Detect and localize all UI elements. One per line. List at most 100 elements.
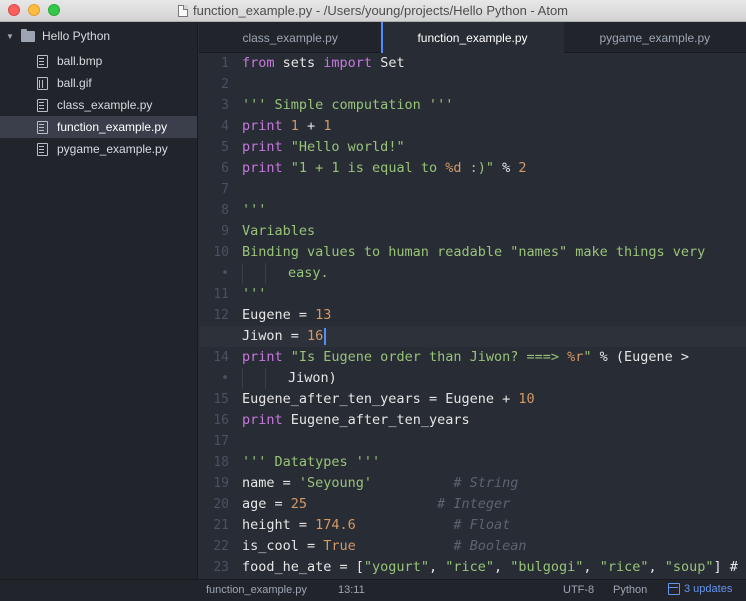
code-line[interactable]: Binding values to human readable "names"…: [242, 242, 746, 263]
project-root-label: Hello Python: [42, 29, 111, 43]
code-line[interactable]: is_cool = True # Boolean: [242, 536, 746, 557]
code-token: # String: [453, 475, 519, 491]
line-number: 17: [213, 434, 229, 449]
code-token: "1 + 1 is equal to: [290, 160, 446, 176]
line-number: 18: [213, 455, 229, 470]
code-token: %: [494, 160, 519, 176]
code-line[interactable]: print "Hello world!": [242, 137, 746, 158]
tab-class-example[interactable]: class_example.py: [199, 22, 381, 53]
code-token: ] #: [713, 559, 738, 575]
code-token: =: [282, 328, 308, 344]
tree-file-ball-bmp[interactable]: ball.bmp: [0, 50, 197, 72]
code-token: "bulgogi": [510, 559, 584, 575]
status-encoding[interactable]: UTF-8: [563, 584, 594, 596]
code-token: ,: [583, 559, 600, 575]
tree-file-ball-gif[interactable]: ball.gif: [0, 72, 197, 94]
indent-guide: [242, 368, 243, 389]
code-token: Eugene_after_ten_years: [290, 412, 470, 428]
code-token: 1: [323, 118, 332, 134]
code-token: Eugene_after_ten_years: [242, 391, 421, 407]
code-token: age: [242, 496, 267, 512]
code-line[interactable]: ''' Simple computation ''': [242, 95, 746, 116]
code-line[interactable]: Jiwon = 16: [199, 326, 746, 347]
line-number: 22: [213, 539, 229, 554]
code-token: # Float: [453, 517, 511, 533]
code-line[interactable]: Eugene_after_ten_years = Eugene + 10: [242, 389, 746, 410]
code-line[interactable]: Jiwon): [242, 368, 746, 389]
file-binary-icon: [37, 76, 48, 90]
project-root-folder[interactable]: ▼ Hello Python: [0, 22, 197, 50]
status-file-path[interactable]: function_example.py: [206, 584, 307, 596]
code-token: +: [493, 391, 519, 407]
code-line[interactable]: height = 174.6 # Float: [242, 515, 746, 536]
text-cursor: [324, 327, 327, 345]
code-line[interactable]: ''': [242, 284, 746, 305]
code-line[interactable]: print Eugene_after_ten_years: [242, 410, 746, 431]
tab-pygame-example[interactable]: pygame_example.py: [564, 22, 746, 53]
code-token: ,: [648, 559, 665, 575]
line-number: •: [221, 371, 229, 386]
code-token: = [: [331, 559, 364, 575]
file-text-icon: [37, 98, 48, 112]
code-token: height: [242, 517, 291, 533]
line-number: 4: [221, 119, 229, 134]
line-number: 7: [221, 182, 229, 197]
code-line[interactable]: name = 'Seyoung' # String: [242, 473, 746, 494]
status-cursor-position[interactable]: 13:11: [338, 584, 365, 596]
code-line[interactable]: Variables: [242, 221, 746, 242]
tree-file-label: class_example.py: [57, 98, 153, 112]
code-line[interactable]: print "Is Eugene order than Jiwon? ===> …: [242, 347, 746, 368]
code-line[interactable]: [242, 74, 746, 95]
tree-file-pygame-example[interactable]: pygame_example.py: [0, 138, 197, 160]
minimize-window-button[interactable]: [28, 4, 40, 16]
code-token: is_cool: [242, 538, 299, 554]
line-number: 3: [221, 98, 229, 113]
code-line[interactable]: age = 25 # Integer: [242, 494, 746, 515]
line-number: 6: [221, 161, 229, 176]
code-token: Variables: [242, 223, 316, 239]
code-token: name: [242, 475, 275, 491]
code-line[interactable]: [242, 179, 746, 200]
code-line[interactable]: print "1 + 1 is equal to %d :)" % 2: [242, 158, 746, 179]
code-token: Jiwon): [288, 370, 337, 386]
status-updates[interactable]: 3 updates: [668, 583, 732, 595]
code-line[interactable]: easy.: [242, 263, 746, 284]
code-token: 16: [307, 328, 324, 344]
code-token: 10: [518, 391, 535, 407]
code-line[interactable]: from sets import Set: [242, 53, 746, 74]
window-title: function_example.py - /Users/young/proje…: [192, 3, 568, 18]
code-token: "soup": [664, 559, 714, 575]
tree-file-function-example[interactable]: function_example.py: [0, 116, 197, 138]
code-line[interactable]: [242, 431, 746, 452]
tree-file-class-example[interactable]: class_example.py: [0, 94, 197, 116]
chevron-down-icon: ▼: [6, 31, 14, 41]
code-line[interactable]: print 1 + 1: [242, 116, 746, 137]
code-line[interactable]: food_he_ate = ["yogurt", "rice", "bulgog…: [242, 557, 746, 578]
code-token: from: [242, 55, 275, 71]
maximize-window-button[interactable]: [48, 4, 60, 16]
code-token: Set: [372, 55, 405, 71]
code-line[interactable]: Eugene = 13: [242, 305, 746, 326]
code-token: print: [242, 412, 283, 428]
code-token: Binding values to human readable "names"…: [242, 244, 706, 260]
code-token: print: [242, 118, 283, 134]
code-token: import: [323, 55, 373, 71]
package-icon: [668, 583, 680, 595]
close-window-button[interactable]: [8, 4, 20, 16]
code-line[interactable]: ''' Datatypes ''': [242, 452, 746, 473]
code-line[interactable]: ''': [242, 200, 746, 221]
folder-icon: [21, 28, 35, 42]
code-editor[interactable]: 12345678910•11121314•1516171819202122232…: [199, 53, 746, 579]
tab-function-example[interactable]: function_example.py: [381, 22, 564, 54]
code-token: %d: [445, 160, 462, 176]
status-grammar[interactable]: Python: [613, 584, 647, 596]
code-token: 2: [518, 160, 527, 176]
code-lines[interactable]: from sets import Set ''' Simple computati…: [199, 53, 746, 578]
tab-bar: class_example.py function_example.py pyg…: [199, 22, 746, 54]
code-token: 25: [290, 496, 308, 512]
